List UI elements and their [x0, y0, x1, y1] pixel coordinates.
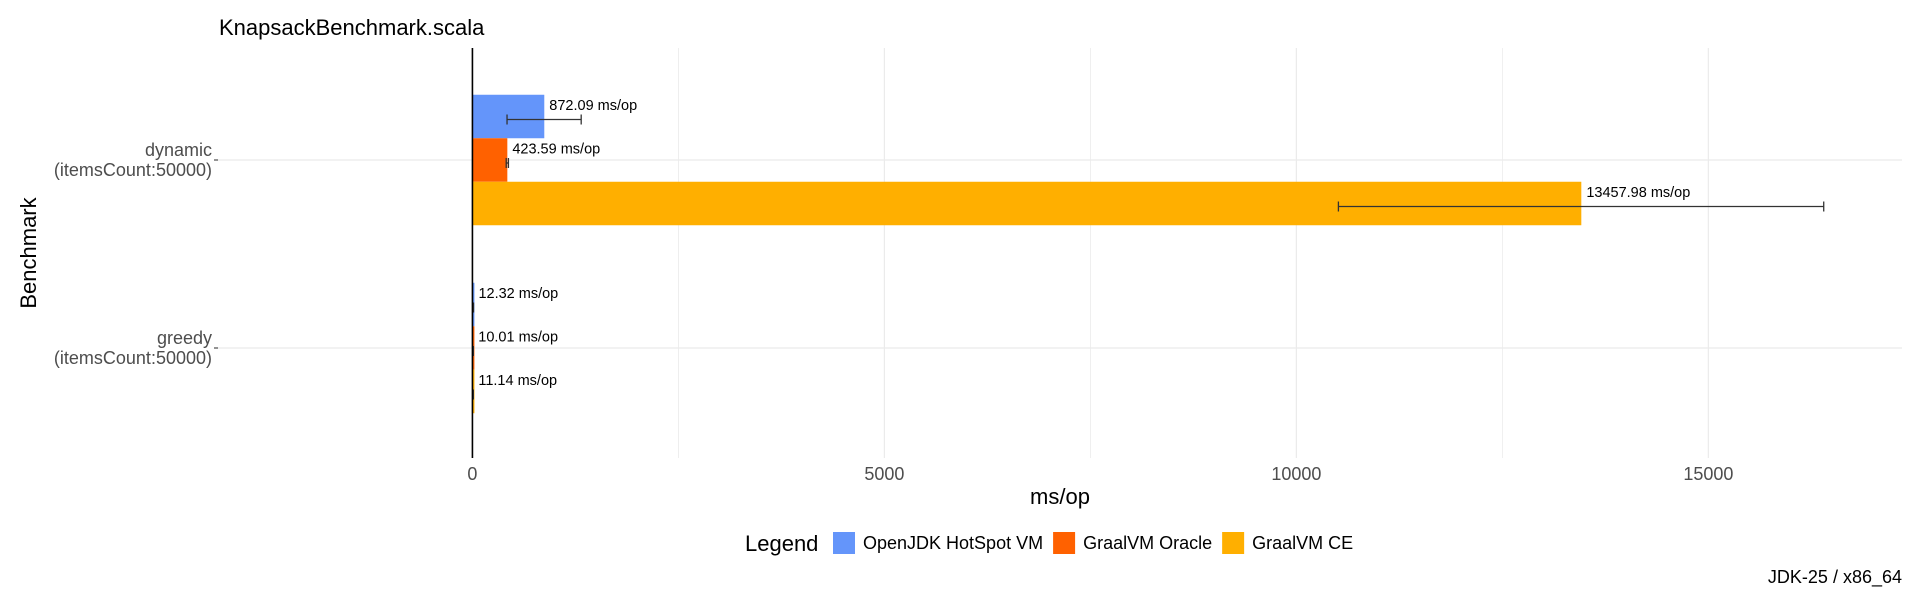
- y-tick-label: greedy (itemsCount:50000): [54, 328, 212, 368]
- legend: Legend OpenJDK HotSpot VM GraalVM Oracle G…: [745, 531, 1353, 556]
- legend-label: OpenJDK HotSpot VM: [863, 533, 1043, 553]
- data-label: 10.01 ms/op: [478, 329, 558, 345]
- legend-swatch: [1053, 532, 1076, 554]
- x-tick-label: 0: [467, 464, 477, 484]
- data-label: 423.59 ms/op: [512, 141, 600, 157]
- data-label: 11.14 ms/op: [478, 373, 557, 389]
- grid: [217, 48, 1902, 458]
- y-axis-title: Benchmark: [16, 196, 41, 308]
- x-tick-label: 15000: [1683, 464, 1733, 484]
- y-tick-label: dynamic (itemsCount:50000): [54, 140, 212, 180]
- legend-label: GraalVM CE: [1252, 533, 1353, 553]
- error-bars: [472, 114, 1825, 400]
- bar: [472, 138, 508, 182]
- caption: JDK-25 / x86_64: [1768, 567, 1902, 588]
- data-label: 872.09 ms/op: [549, 98, 637, 114]
- x-tick-label: 10000: [1271, 464, 1321, 484]
- legend-swatch: [833, 532, 855, 554]
- x-axis-title: ms/op: [1030, 484, 1090, 509]
- chart-title: KnapsackBenchmark.scala: [219, 15, 485, 40]
- legend-label: GraalVM Oracle: [1083, 533, 1212, 553]
- chart: 12.32 ms/op 872.09 ms/op 10.01 ms/op 423.59…: [16, 15, 1902, 588]
- data-labels: 12.32 ms/op 872.09 ms/op 10.01 ms/op 423.59…: [478, 98, 1690, 389]
- data-label: 12.32 ms/op: [478, 286, 558, 302]
- data-label: 13457.98 ms/op: [1586, 185, 1690, 201]
- x-tick-label: 5000: [864, 464, 904, 484]
- x-tick-labels: 0 5000 10000 15000: [467, 464, 1733, 484]
- bar: [472, 181, 1582, 226]
- legend-swatch: [1222, 532, 1245, 554]
- y-tick-labels: greedy (itemsCount:50000) dynamic (itemsCou…: [54, 140, 218, 368]
- bar: [472, 94, 545, 139]
- bars: [472, 94, 1582, 414]
- legend-title: Legend: [745, 531, 818, 556]
